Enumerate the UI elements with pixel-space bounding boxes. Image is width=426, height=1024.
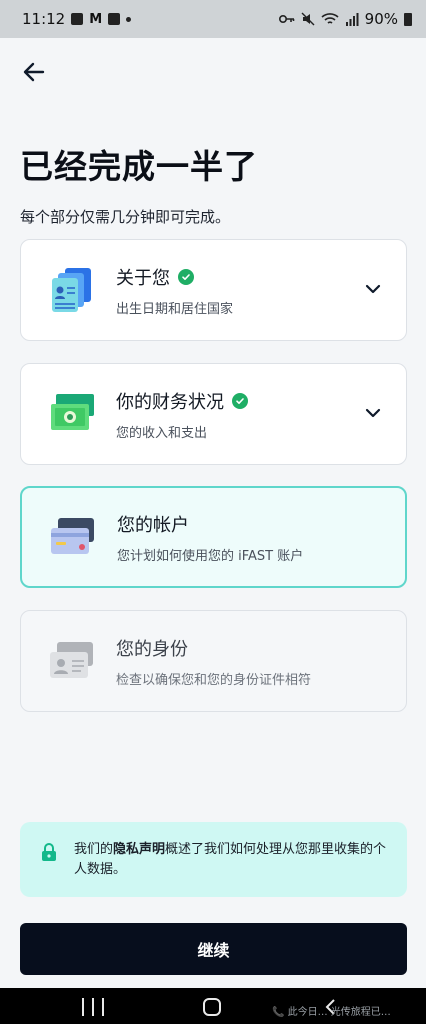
recent-apps-button[interactable] <box>82 998 104 1016</box>
section-title: 您的帐户 <box>117 514 189 536</box>
documents-icon <box>52 268 91 312</box>
battery-level: 90% <box>364 10 398 28</box>
status-bar: 11:12 M 90% <box>0 0 426 38</box>
page-title: 已经完成一半了 <box>20 147 258 186</box>
section-title: 您的身份 <box>116 638 188 660</box>
status-time: 11:12 <box>22 10 66 28</box>
section-text: 您的帐户 您计划如何使用您的 iFAST 账户 <box>117 511 303 564</box>
wifi-icon <box>321 13 339 24</box>
privacy-notice: 我们的隐私声明概述了我们如何处理从您那里收集的个人数据。 <box>20 822 407 897</box>
check-circle-icon <box>232 392 248 409</box>
section-text: 关于您 出生日期和居住国家 <box>116 264 233 317</box>
continue-button[interactable]: 继续 <box>20 923 407 975</box>
checkbox-icon <box>108 13 121 25</box>
chevron-down-icon[interactable] <box>364 404 382 422</box>
section-card-financial-status[interactable]: 你的财务状况 您的收入和支出 <box>20 363 407 465</box>
section-title-row: 您的帐户 <box>117 511 303 537</box>
back-button[interactable] <box>18 56 50 88</box>
privacy-text: 我们的隐私声明概述了我们如何处理从您那里收集的个人数据。 <box>74 840 387 880</box>
section-title: 关于您 <box>116 267 170 289</box>
signal-icon <box>345 12 359 26</box>
gmail-icon: M <box>89 11 103 27</box>
status-bar-right: 90% <box>278 10 412 28</box>
section-card-your-account[interactable]: 您的帐户 您计划如何使用您的 iFAST 账户 <box>20 486 407 588</box>
dot-icon <box>126 16 132 22</box>
gallery-icon <box>71 13 84 25</box>
section-text: 你的财务状况 您的收入和支出 <box>116 388 248 441</box>
privacy-policy-link[interactable]: 隐私声明 <box>113 842 165 857</box>
section-description: 您计划如何使用您的 iFAST 账户 <box>117 548 304 564</box>
key-icon <box>278 15 294 23</box>
section-title-row: 你的财务状况 <box>116 388 248 414</box>
id-card-icon <box>50 642 93 678</box>
mute-icon <box>301 12 315 26</box>
battery-icon <box>404 12 412 26</box>
status-bar-left: 11:12 M <box>22 10 132 28</box>
section-title-row: 您的身份 <box>116 635 311 661</box>
section-description: 出生日期和居住国家 <box>116 301 234 317</box>
section-card-your-identity: 您的身份 检查以确保您和您的身份证件相符 <box>20 610 407 712</box>
arrow-left-icon <box>23 62 45 82</box>
money-icon <box>51 394 94 430</box>
nav-overlay-text: 📞 此今日… 光传旅程已… <box>272 1007 391 1018</box>
chevron-down-icon[interactable] <box>364 280 382 298</box>
home-button[interactable] <box>203 998 221 1016</box>
section-card-about-you[interactable]: 关于您 出生日期和居住国家 <box>20 239 407 341</box>
section-title: 你的财务状况 <box>116 391 224 413</box>
card-icon <box>51 518 94 554</box>
section-text: 您的身份 检查以确保您和您的身份证件相符 <box>116 635 311 688</box>
check-circle-icon <box>178 268 194 285</box>
page-subtitle: 每个部分仅需几分钟即可完成。 <box>20 208 231 226</box>
privacy-prefix: 我们的 <box>74 841 114 857</box>
lock-icon <box>42 842 56 861</box>
section-description: 您的收入和支出 <box>116 425 208 441</box>
section-description: 检查以确保您和您的身份证件相符 <box>116 672 312 688</box>
section-title-row: 关于您 <box>116 264 233 290</box>
